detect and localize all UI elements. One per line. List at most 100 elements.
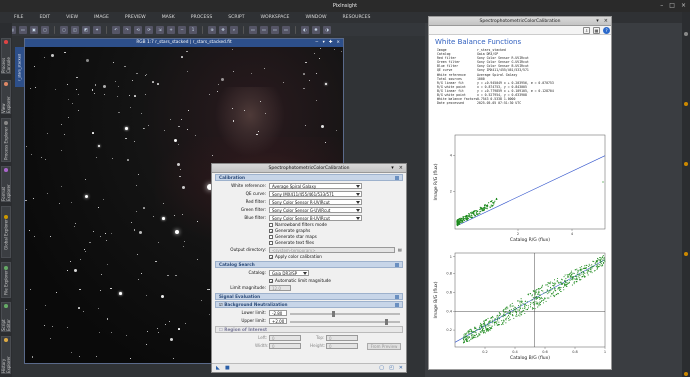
upper-limit-slider[interactable] <box>290 319 400 325</box>
tab-file-explorer[interactable]: File Explorer <box>1 262 11 298</box>
spcc-dialog-titlebar[interactable]: SpectrophotometricColorCalibration ▾ × <box>212 164 406 173</box>
close-icon[interactable]: × <box>336 39 340 47</box>
tab-script-editor[interactable]: Script Editor <box>1 302 11 332</box>
screen-1-icon[interactable]: ▭ <box>249 25 257 34</box>
zoom-1-icon[interactable]: 1 <box>189 25 197 34</box>
copy-icon[interactable]: ▦ <box>593 27 600 34</box>
roi-left-field[interactable]: 0 <box>269 335 301 341</box>
help-icon[interactable]: ? <box>603 27 610 34</box>
export-icon[interactable]: ⇩ <box>583 27 590 34</box>
mask-icon[interactable]: ◑ <box>323 25 331 34</box>
undo-icon[interactable]: ↶ <box>112 25 120 34</box>
image-id-tab[interactable]: r_stars_stacked <box>15 47 24 87</box>
tab-global-explorer[interactable]: Global Explorer <box>1 206 11 258</box>
new-image-icon[interactable]: ◻ <box>60 25 68 34</box>
stf-icon[interactable]: ◐ <box>301 25 309 34</box>
close-icon[interactable]: × <box>604 17 608 26</box>
catalog-select[interactable]: Gaia DR3/SP <box>269 270 309 276</box>
upper-limit-field[interactable]: +2.00 <box>269 318 287 324</box>
qe-curve-select[interactable]: Sony IMX411/455/461/533/571 <box>269 191 362 197</box>
screen-2-icon[interactable]: ▭ <box>260 25 268 34</box>
reset-icon[interactable]: ✕ <box>399 365 403 371</box>
limit-magnitude-field[interactable]: 12.0 <box>269 285 291 291</box>
save-icon[interactable]: ▣ <box>30 25 38 34</box>
fit-view-icon[interactable]: ⇲ <box>156 25 164 34</box>
duplicate-icon[interactable]: ◫ <box>71 25 79 34</box>
lower-limit-slider[interactable] <box>290 311 400 317</box>
menu-image[interactable]: IMAGE <box>86 12 117 23</box>
roi-width-field[interactable]: 0 <box>269 343 301 349</box>
panel-icon[interactable] <box>684 32 688 36</box>
maximize-icon[interactable]: □ <box>669 2 675 9</box>
collapse-icon[interactable] <box>395 295 399 299</box>
section-signal-evaluation[interactable]: Signal Evaluation <box>215 293 403 300</box>
image-icon[interactable]: ◩ <box>82 25 90 34</box>
zoom-icon[interactable]: ⌕ <box>230 25 238 34</box>
documentation-icon[interactable]: ▢ <box>379 365 384 371</box>
stf-auto-icon[interactable]: ✺ <box>312 25 320 34</box>
readout-icon[interactable]: ⊕ <box>208 25 216 34</box>
section-calibration[interactable]: Calibration <box>215 174 403 181</box>
menu-view[interactable]: VIEW <box>58 12 86 23</box>
red-filter-select[interactable]: Sony Color Sensor R-UVIRcut <box>269 199 362 205</box>
image-window-titlebar[interactable]: RGB 1:7 r_stars_stacked | r_stars_stacke… <box>25 39 343 47</box>
shade-icon[interactable]: − <box>315 39 319 47</box>
section-background-neutralization[interactable]: ☑ Background Neutralization <box>215 301 403 308</box>
zoom-out-icon[interactable]: − <box>178 25 186 34</box>
panel-icon[interactable] <box>684 372 688 376</box>
roi-top-field[interactable]: 0 <box>326 335 358 341</box>
green-filter-select[interactable]: Sony Color Sensor G-UVIRcut <box>269 207 362 213</box>
auto-limit-magnitude-checkbox[interactable]: Automatic limit magnitude <box>269 277 331 284</box>
roi-height-field[interactable]: 0 <box>326 343 358 349</box>
panel-icon[interactable] <box>684 162 688 166</box>
folder-icon[interactable]: ▤ <box>398 246 402 254</box>
menu-mask[interactable]: MASK <box>154 12 183 23</box>
close-icon[interactable]: × <box>399 164 403 173</box>
redo-all-icon[interactable]: ⟳ <box>145 25 153 34</box>
section-catalog-search[interactable]: Catalog Search <box>215 261 403 268</box>
tab-view-explorer[interactable]: View Explorer <box>1 80 11 114</box>
shade-icon[interactable]: ▾ <box>596 17 599 26</box>
panel-icon[interactable] <box>684 252 688 256</box>
blue-filter-select[interactable]: Sony Color Sensor B-UVIRcut <box>269 215 362 221</box>
apply-color-calibration-checkbox[interactable]: Apply color calibration <box>269 254 322 260</box>
menu-script[interactable]: SCRIPT <box>220 12 252 23</box>
pan-icon[interactable]: ✥ <box>219 25 227 34</box>
zoom-in-icon[interactable]: + <box>167 25 175 34</box>
from-preview-button[interactable]: From Preview <box>367 343 401 350</box>
iconify-icon[interactable]: ▾ <box>323 39 325 47</box>
section-region-of-interest[interactable]: ☐ Region of Interest <box>215 326 403 333</box>
lower-limit-field[interactable]: -2.80 <box>269 310 287 316</box>
tab-format-explorer[interactable]: Format Explorer <box>1 166 11 202</box>
screen-3-icon[interactable]: ▭ <box>271 25 279 34</box>
menu-workspace[interactable]: WORKSPACE <box>253 12 298 23</box>
menu-edit[interactable]: EDIT <box>31 12 58 23</box>
menu-file[interactable]: FILE <box>6 12 31 23</box>
tab-history-explorer[interactable]: History Explorer <box>1 336 11 374</box>
track-view-icon[interactable]: ◰ <box>389 365 394 371</box>
white-reference-select[interactable]: Average Spiral Galaxy <box>269 183 362 189</box>
output-directory-field[interactable]: <system-temporary> <box>269 247 395 253</box>
redo-icon[interactable]: ↷ <box>123 25 131 34</box>
tab-process-explorer[interactable]: Process Explorer <box>1 118 11 162</box>
tab-process-console[interactable]: Process Console <box>1 38 11 74</box>
close-icon[interactable]: × <box>681 2 686 9</box>
save-as-icon[interactable]: ▢ <box>41 25 49 34</box>
shade-icon[interactable]: ▾ <box>391 164 394 173</box>
star-icon[interactable]: ✦ <box>93 25 101 34</box>
collapse-icon[interactable] <box>395 176 399 180</box>
folder-icon[interactable]: ▭ <box>19 25 27 34</box>
minimize-icon[interactable]: – <box>660 2 663 9</box>
collapse-icon[interactable] <box>395 263 399 267</box>
wb-window-titlebar[interactable]: SpectrophotometricColorCalibration ▾ × <box>429 17 611 26</box>
menu-process[interactable]: PROCESS <box>183 12 221 23</box>
apply-global-icon[interactable]: ■ <box>225 365 230 371</box>
menu-preview[interactable]: PREVIEW <box>117 12 154 23</box>
new-instance-icon[interactable]: ◣ <box>216 365 220 371</box>
panel-icon[interactable] <box>684 102 688 106</box>
menu-window[interactable]: WINDOW <box>297 12 334 23</box>
maximize-icon[interactable]: ✚ <box>329 39 333 47</box>
screen-4-icon[interactable]: ▭ <box>282 25 290 34</box>
menu-resources[interactable]: RESOURCES <box>334 12 378 23</box>
collapse-icon[interactable] <box>395 303 399 307</box>
